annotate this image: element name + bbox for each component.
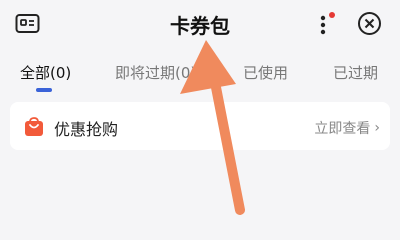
view-now-label: 立即查看: [314, 121, 371, 137]
top-bar: 卡券包: [0, 0, 400, 52]
tab-expiring[interactable]: 即将过期(0): [115, 62, 196, 83]
chevron-right-icon: ›: [374, 120, 380, 136]
tab-bar: 全部(0) 即将过期(0) 已使用 已过期: [0, 62, 400, 92]
coupon-entry-label: 优惠抢购: [54, 120, 119, 139]
tab-all[interactable]: 全部(0): [20, 62, 71, 83]
tab-used[interactable]: 已使用: [243, 62, 288, 83]
close-circle-icon[interactable]: [357, 11, 382, 36]
shopping-bag-icon: [25, 117, 43, 136]
tab-expired[interactable]: 已过期: [333, 62, 378, 83]
page-title: 卡券包: [170, 14, 230, 38]
more-vertical-icon[interactable]: [312, 10, 338, 40]
coupon-entry-card[interactable]: 优惠抢购 立即查看 ›: [10, 102, 390, 150]
notification-badge: [329, 12, 335, 18]
active-tab-indicator: [36, 88, 52, 92]
view-now-link[interactable]: 立即查看 ›: [314, 118, 380, 138]
